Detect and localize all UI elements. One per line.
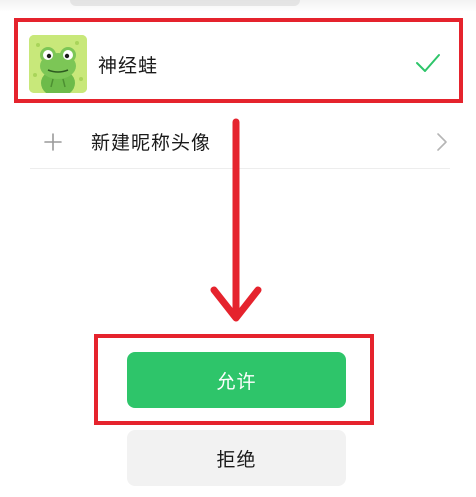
frog-avatar-icon (29, 35, 87, 93)
profile-option-selected[interactable]: 神经蛙 (14, 18, 463, 103)
plus-icon (44, 133, 62, 151)
check-icon (416, 54, 440, 72)
authorization-page: 神经蛙 新建昵称头像 允许 拒绝 (0, 0, 476, 497)
reject-button[interactable]: 拒绝 (127, 430, 346, 486)
top-shadow (70, 0, 300, 6)
profile-name: 神经蛙 (98, 55, 159, 77)
allow-button[interactable]: 允许 (127, 352, 346, 408)
new-nickname-avatar-label: 新建昵称头像 (91, 132, 212, 154)
chevron-right-icon (437, 133, 447, 151)
annotation-arrow (210, 118, 262, 322)
